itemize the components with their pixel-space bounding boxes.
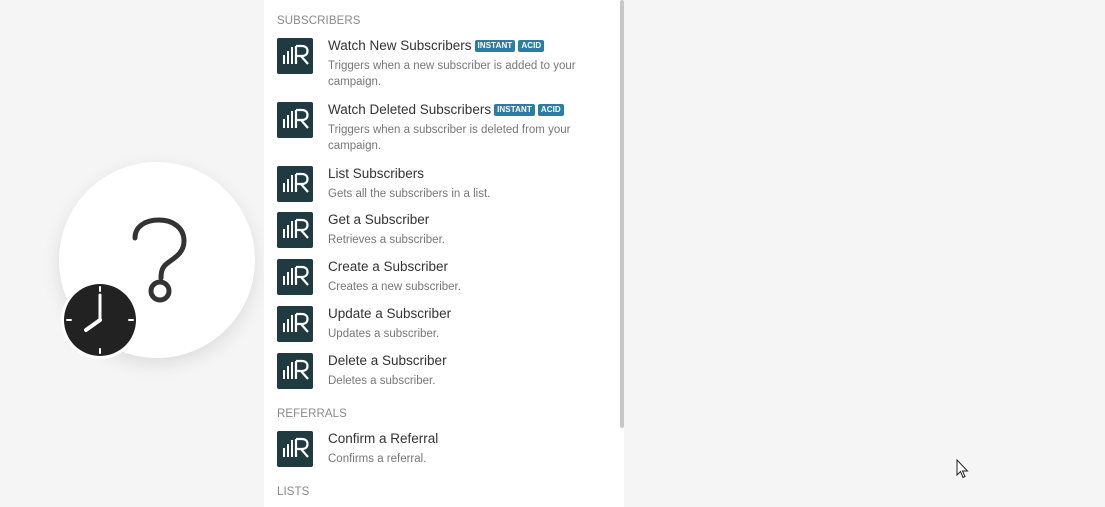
badge-acid: ACID [518,39,545,52]
module-item-watch-deleted-subscribers[interactable]: Watch Deleted Subscribers INSTANT ACID Trig… [277,102,617,152]
module-title-text: Get a Subscriber [328,212,430,227]
module-title: Create a Subscriber [328,259,448,274]
clock-icon[interactable] [60,280,140,360]
badge-acid: ACID [537,103,564,116]
section-header-subscribers: SUBSCRIBERS [277,15,361,27]
module-title: Confirm a Referral [328,431,438,446]
mouse-cursor-icon [956,459,969,479]
app-logo [277,166,313,202]
section-header-lists: LISTS [277,486,310,498]
module-title-text: Delete a Subscriber [328,353,447,368]
module-description: Confirms a referral. [328,453,427,465]
module-item-get-a-subscriber[interactable]: Get a Subscriber Retrieves a subscriber. [277,212,617,258]
module-title: Update a Subscriber [328,306,451,321]
module-description: Retrieves a subscriber. [328,234,445,246]
module-item-update-a-subscriber[interactable]: Update a Subscriber Updates a subscriber. [277,306,617,352]
module-title: Delete a Subscriber [328,353,447,368]
app-logo [277,38,313,74]
bars-r-logo-icon [283,312,309,333]
bars-r-logo-icon [283,359,309,380]
panel-scrollbar[interactable] [620,0,624,428]
module-item-watch-new-subscribers[interactable]: Watch New Subscribers INSTANT ACID Triggers… [277,38,617,88]
module-description: Deletes a subscriber. [328,375,436,387]
module-description: Gets all the subscribers in a list. [328,188,491,200]
badge-instant: INSTANT [474,39,516,52]
module-item-create-a-subscriber[interactable]: Create a Subscriber Creates a new subscri… [277,259,617,305]
module-item-confirm-a-referral[interactable]: Confirm a Referral Confirms a referral. [277,431,617,477]
module-title-text: Confirm a Referral [328,431,439,446]
bars-r-logo-icon [283,172,309,193]
module-title-text: Create a Subscriber [328,259,449,274]
module-title: Watch Deleted Subscribers INSTANT ACID [328,102,564,117]
app-logo [277,102,313,138]
app-logo [277,306,313,342]
app-logo [277,353,313,389]
module-description: Updates a subscriber. [328,328,440,340]
bars-r-logo-icon [283,108,309,129]
module-title-text: Watch New Subscribers [328,38,472,53]
app-logo [277,431,313,467]
badge-instant: INSTANT [494,103,535,116]
bars-r-logo-icon [283,265,309,286]
bars-r-logo-icon [283,437,309,458]
section-header-referrals: REFERRALS [277,408,347,420]
app-logo [277,259,313,295]
module-item-list-subscribers[interactable]: List Subscribers Gets all the subscribers… [277,166,617,212]
module-title-text: Update a Subscriber [328,306,452,321]
module-title-text: Watch Deleted Subscribers [328,102,492,117]
module-description: Triggers when a subscriber is deleted fr… [328,124,571,152]
module-title-text: List Subscribers [328,166,425,181]
module-item-delete-a-subscriber[interactable]: Delete a Subscriber Deletes a subscriber. [277,353,617,399]
bars-r-logo-icon [283,218,309,239]
bars-r-logo-icon [283,44,309,65]
module-description: Triggers when a new subscriber is added … [328,60,576,88]
module-list-panel[interactable]: SUBSCRIBERS Watch New Subscribers INSTANT A… [264,0,624,507]
module-title: List Subscribers [328,166,424,181]
module-title: Get a Subscriber [328,212,429,227]
module-description: Creates a new subscriber. [328,281,461,293]
scenario-canvas[interactable]: SUBSCRIBERS Watch New Subscribers INSTANT A… [0,0,1105,507]
module-title: Watch New Subscribers INSTANT ACID [328,38,545,53]
app-logo [277,212,313,248]
